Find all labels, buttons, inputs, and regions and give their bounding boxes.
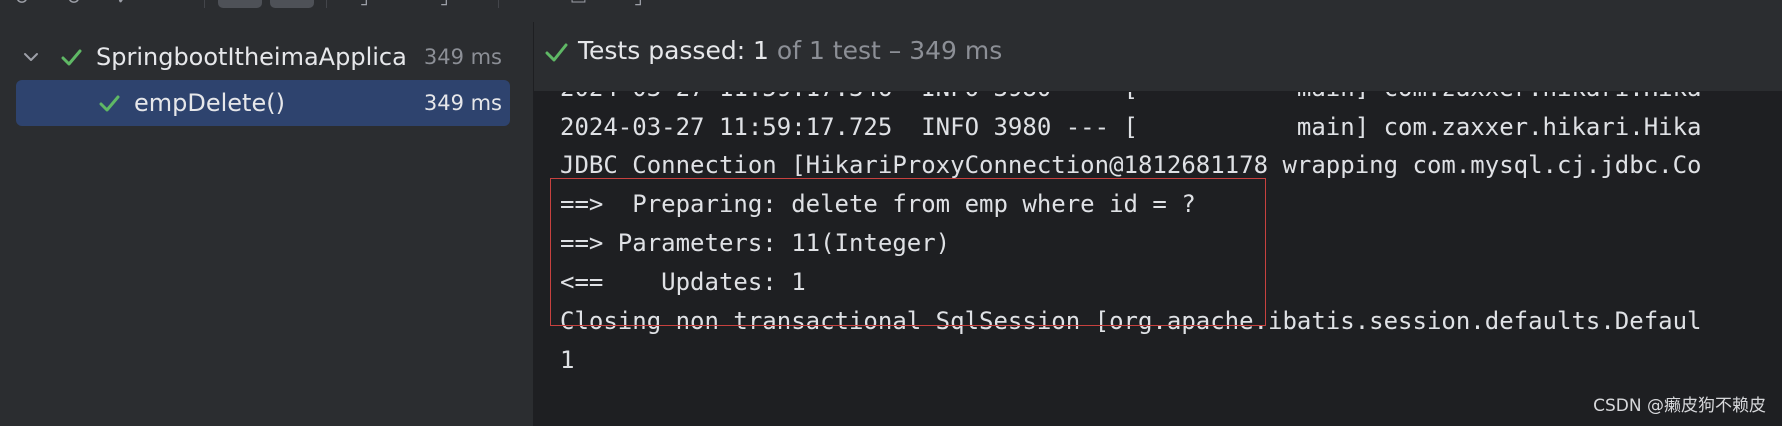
toolbar-separator bbox=[498, 0, 499, 8]
run-toolbar: ↻ ↻ ✓ ⌟ ⌟ ▭ ⌟ bbox=[0, 0, 1782, 23]
tree-row-empdelete[interactable]: empDelete() 349 ms bbox=[16, 80, 510, 126]
tree-root-label: SpringbootItheimaApplica bbox=[96, 43, 407, 71]
more-icon[interactable]: ⌟ bbox=[634, 0, 642, 8]
console-line: 1 bbox=[560, 346, 575, 374]
chevron-down-icon[interactable] bbox=[22, 48, 40, 66]
console-line: JDBC Connection [HikariProxyConnection@1… bbox=[560, 151, 1702, 179]
import-tests-icon[interactable]: ⌟ bbox=[440, 0, 448, 8]
export-icon[interactable]: ▭ bbox=[570, 0, 587, 8]
passed-check-icon bbox=[61, 49, 82, 66]
toolbar-separator bbox=[326, 0, 327, 8]
tree-root-time: 349 ms bbox=[423, 45, 502, 69]
test-status-text: Tests passed: 1 of 1 test – 349 ms bbox=[578, 36, 1002, 65]
console-line: 2024-03-27 11:59:17.725 INFO 3980 --- [ … bbox=[560, 113, 1702, 141]
test-status-bar: Tests passed: 1 of 1 test – 349 ms bbox=[534, 22, 1782, 92]
ide-test-runner-window: ↻ ↻ ✓ ⌟ ⌟ ▭ ⌟ SpringbootItheimaApplica 3… bbox=[0, 0, 1782, 426]
passed-check-icon bbox=[99, 95, 120, 112]
passed-check-icon bbox=[545, 43, 568, 62]
toggle-auto-test-icon[interactable]: ✓ bbox=[116, 0, 131, 8]
toolbar-separator bbox=[204, 0, 205, 8]
tree-child-time: 349 ms bbox=[423, 91, 502, 115]
show-ignored-toggle[interactable] bbox=[270, 0, 314, 8]
sort-icon[interactable]: ⌟ bbox=[360, 0, 368, 8]
tree-row-root[interactable]: SpringbootItheimaApplica 349 ms bbox=[16, 34, 510, 80]
watermark-text: CSDN @癞皮狗不赖皮 bbox=[1593, 396, 1766, 416]
rerun-icon[interactable]: ↻ bbox=[14, 0, 29, 8]
show-passed-toggle[interactable] bbox=[218, 0, 262, 8]
tests-passed-label: Tests passed: 1 bbox=[578, 36, 769, 65]
tests-passed-detail: of 1 test – 349 ms bbox=[768, 36, 1003, 65]
console-output[interactable]: 2024-03-27 11:59:17.346 INFO 3980 --- [ … bbox=[534, 92, 1782, 426]
tree-child-label: empDelete() bbox=[134, 89, 285, 117]
sql-highlight-box bbox=[550, 178, 1266, 326]
test-tree-panel: SpringbootItheimaApplica 349 ms empDelet… bbox=[0, 22, 534, 426]
console-line: 2024-03-27 11:59:17.346 INFO 3980 --- [ … bbox=[560, 92, 1702, 102]
rerun-failed-icon[interactable]: ↻ bbox=[66, 0, 81, 8]
